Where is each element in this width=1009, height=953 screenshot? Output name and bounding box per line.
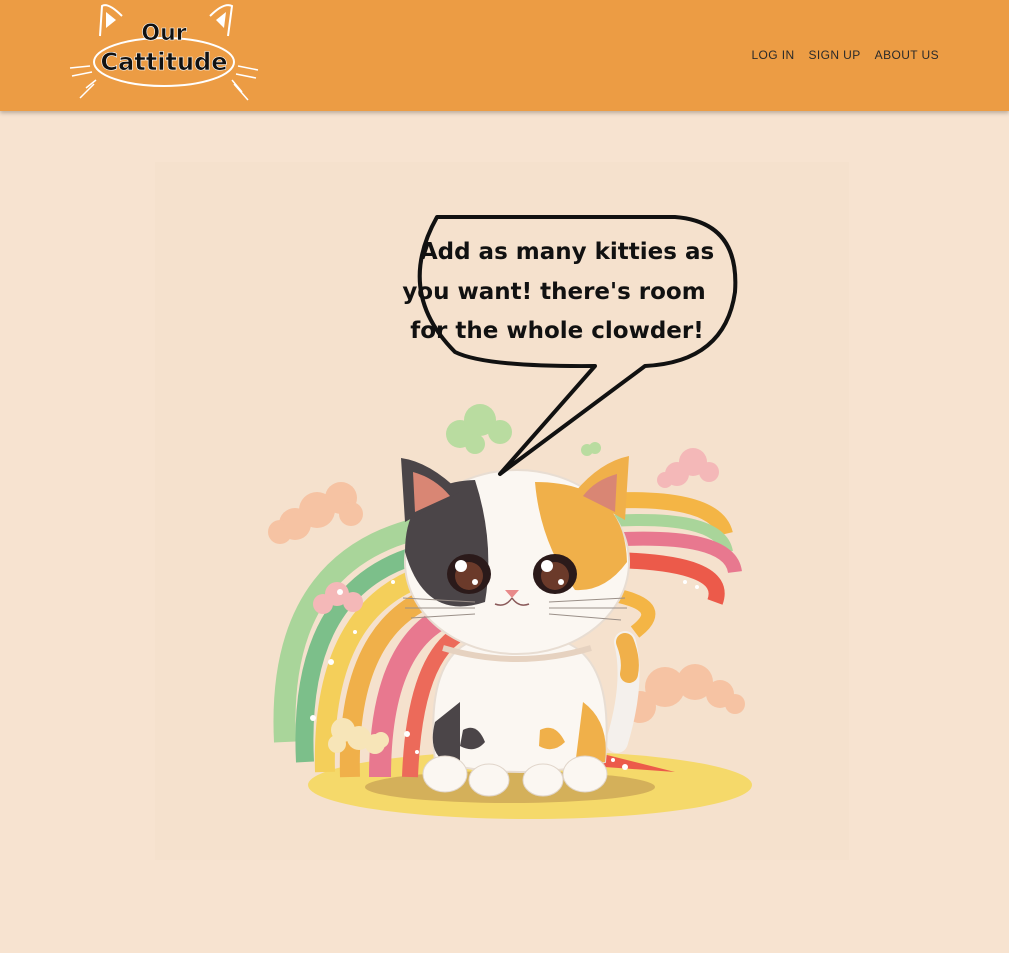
signup-link[interactable]: SIGN UP <box>809 48 861 62</box>
logo-line1: Our <box>141 21 186 46</box>
cat-rainbow-illustration: Add as many kitties as you want! there's… <box>268 215 752 819</box>
logo-line2: Cattitude <box>101 48 228 76</box>
site-logo[interactable]: Our Cattitude <box>64 0 264 106</box>
cat-logo-icon: Our Cattitude <box>69 4 259 101</box>
speech-line-1: Add as many kitties as <box>420 239 714 265</box>
hero-illustration: Add as many kitties as you want! there's… <box>155 162 849 860</box>
main-nav: LOG IN SIGN UP ABOUT US <box>751 48 939 62</box>
login-link[interactable]: LOG IN <box>751 48 794 62</box>
speech-line-2: you want! there's room <box>402 279 705 305</box>
speech-line-3: for the whole clowder! <box>410 318 704 344</box>
about-us-link[interactable]: ABOUT US <box>875 48 939 62</box>
top-navbar: Our Cattitude LOG IN SIGN UP ABOUT US <box>0 0 1009 111</box>
